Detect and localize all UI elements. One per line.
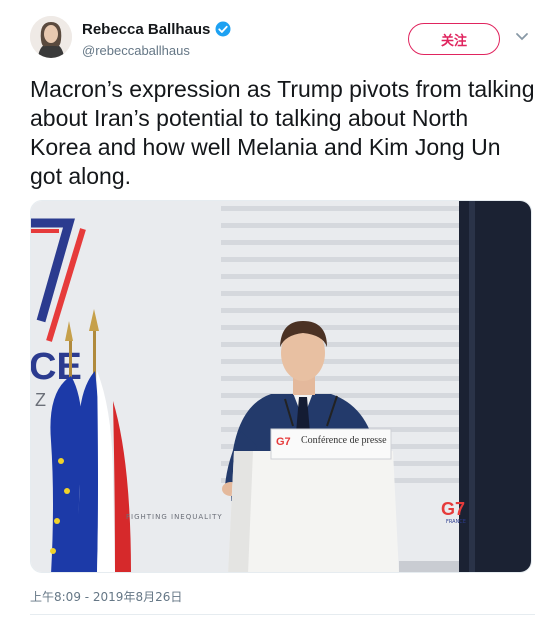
tweet-photo[interactable]: CE Z FIGHTING INEQUALITY G7 FRANCE G7 Co… [30,200,532,573]
author-avatar[interactable] [30,16,72,58]
press-conference-photo: CE Z FIGHTING INEQUALITY G7 FRANCE G7 Co… [31,201,531,572]
tweet-header: Rebecca Ballhaus @rebeccaballhaus 关注 [0,0,555,70]
verified-badge-icon [215,21,231,37]
backdrop-letter2: Z [35,390,46,410]
tweet-timestamp[interactable]: 上午8:09 - 2019年8月26日 [30,588,182,605]
follow-button[interactable]: 关注 [408,23,500,55]
user-avatar-icon [30,16,72,58]
divider [30,614,535,615]
podium-sign: Conférence de presse [301,435,387,446]
backdrop-slogan: FIGHTING INEQUALITY [126,513,223,521]
tweet-text: Macron’s expression as Trump pivots from… [30,76,535,189]
right-g7-logo: G7 [441,499,465,519]
backdrop-letters: CE [31,346,82,388]
author-handle[interactable]: @rebeccaballhaus [82,43,190,58]
chevron-down-icon[interactable] [513,30,531,44]
podium-logo: G7 [276,436,291,448]
right-g7-sub: FRANCE [446,519,466,525]
author-name[interactable]: Rebecca Ballhaus [82,21,210,38]
author-name-row: Rebecca Ballhaus [82,20,232,38]
